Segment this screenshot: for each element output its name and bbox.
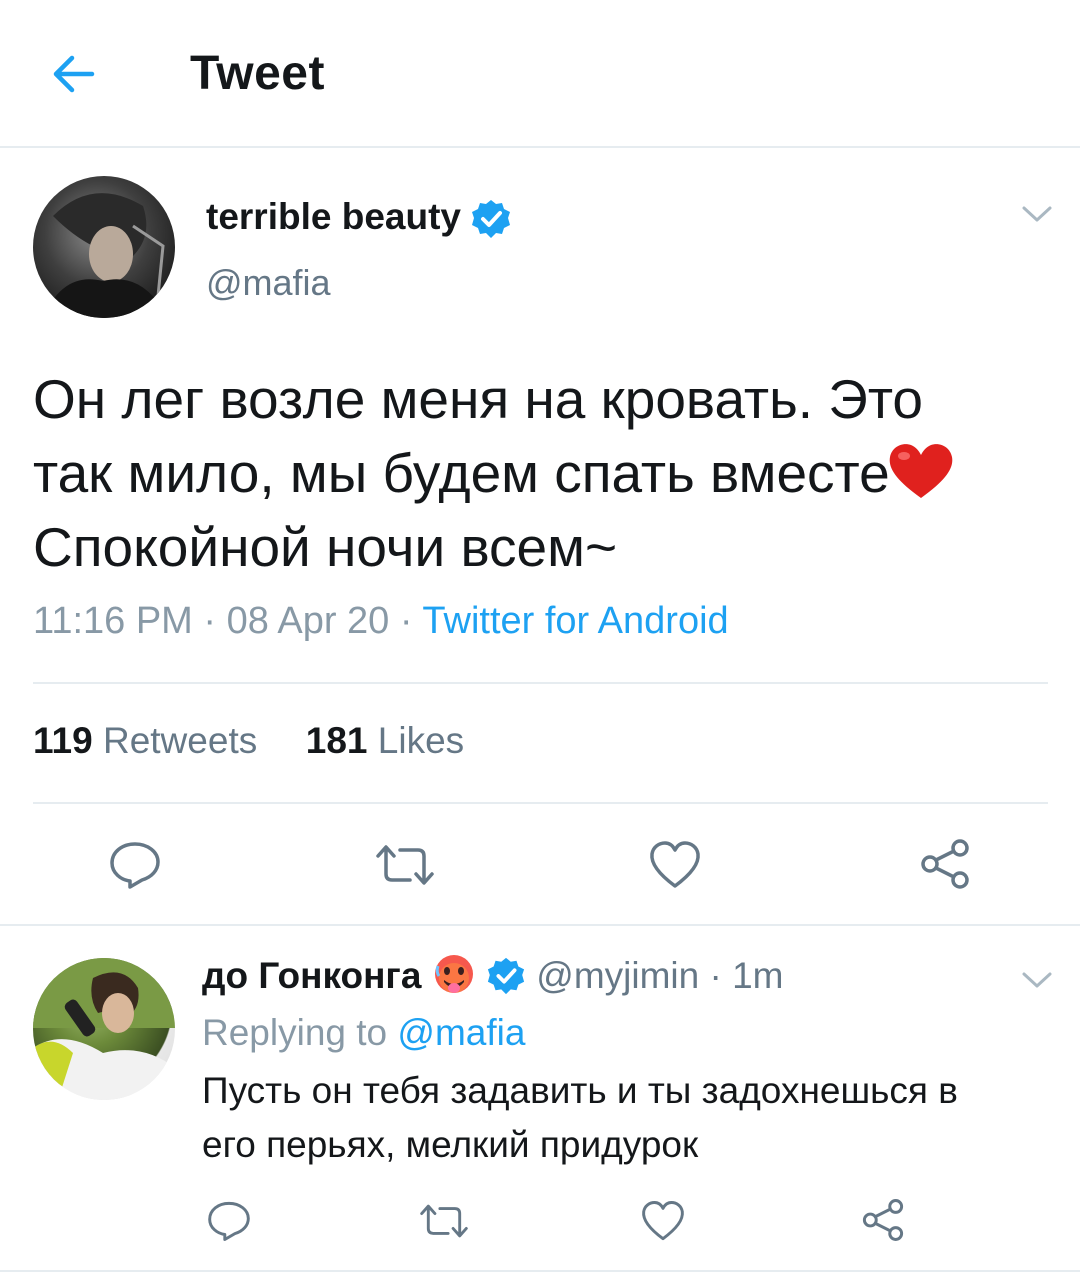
author-name[interactable]: terrible beauty: [206, 196, 461, 238]
retweets-count: 119: [33, 720, 93, 761]
heart-outline-icon[interactable]: [648, 840, 702, 890]
replying-to-label: Replying to: [202, 1012, 388, 1053]
chevron-down-icon[interactable]: [1018, 200, 1056, 228]
tweet-time: 11:16 PM: [33, 600, 193, 642]
tweet-text-segment: так мило, мы будем спать вместе: [33, 442, 890, 504]
verified-badge-icon: [472, 200, 510, 238]
reply-author-name[interactable]: до Гонконга: [202, 955, 421, 996]
chevron-down-icon[interactable]: [1018, 966, 1056, 994]
tweet-meta: 11:16 PM · 08 Apr 20 · Twitter for Andro…: [33, 600, 729, 643]
tweet-text-line: Спокойной ночи всем~: [33, 516, 618, 578]
section-separator: [0, 924, 1080, 926]
page-title: Tweet: [190, 47, 325, 100]
replying-to: Replying to @mafia: [202, 1012, 525, 1054]
tweet-stats: 119 Retweets 181 Likes: [33, 720, 464, 762]
likes-label: Likes: [377, 720, 465, 761]
meta-separator: ·: [399, 600, 413, 642]
reply-icon[interactable]: [206, 1200, 252, 1242]
replying-to-handle-link[interactable]: @mafia: [397, 1012, 525, 1053]
reply-text-line: Пусть он тебя задавить и ты задохнешься …: [202, 1070, 958, 1111]
reply-header: до Гонконга @myjimin · 1m: [202, 952, 784, 997]
top-bar: Tweet: [0, 0, 1080, 148]
retweets-stat[interactable]: 119 Retweets: [33, 720, 257, 761]
retweet-icon[interactable]: [418, 1202, 470, 1240]
tweet-text: Он лег возле меня на кровать. Это так ми…: [33, 362, 1048, 584]
reply-author-handle[interactable]: @myjimin: [536, 955, 699, 996]
retweets-label: Retweets: [102, 720, 258, 761]
hot-face-emoji: [434, 955, 473, 993]
share-icon[interactable]: [918, 838, 972, 890]
heart-emoji: [889, 444, 953, 498]
verified-badge-icon: [487, 957, 525, 995]
tweet-text-line: так мило, мы будем спать вместе: [33, 436, 1048, 510]
meta-separator: ·: [709, 955, 722, 996]
divider: [33, 682, 1048, 684]
tweet-source-link[interactable]: Twitter for Android: [422, 600, 728, 642]
divider: [33, 802, 1048, 804]
likes-count: 181: [305, 720, 368, 761]
avatar[interactable]: [33, 176, 175, 318]
avatar-image: [43, 193, 168, 318]
reply-icon[interactable]: [108, 840, 162, 890]
author-handle[interactable]: @mafia: [206, 262, 331, 304]
divider: [0, 1270, 1080, 1272]
reply-avatar-image: [33, 958, 175, 1100]
tweet-date: 08 Apr 20: [226, 600, 390, 642]
retweet-icon[interactable]: [374, 842, 436, 888]
heart-outline-icon[interactable]: [640, 1200, 686, 1242]
reply-time: 1m: [732, 955, 784, 996]
arrow-left-icon[interactable]: [48, 52, 96, 96]
meta-separator: ·: [203, 600, 217, 642]
reply-avatar[interactable]: [33, 958, 175, 1100]
likes-stat[interactable]: 181 Likes: [306, 720, 464, 761]
reply-text: Пусть он тебя задавить и ты задохнешься …: [202, 1064, 1052, 1172]
reply-text-line: его перьях, мелкий придурок: [202, 1124, 699, 1165]
share-icon[interactable]: [860, 1198, 906, 1242]
tweet-text-line: Он лег возле меня на кровать. Это: [33, 368, 923, 430]
